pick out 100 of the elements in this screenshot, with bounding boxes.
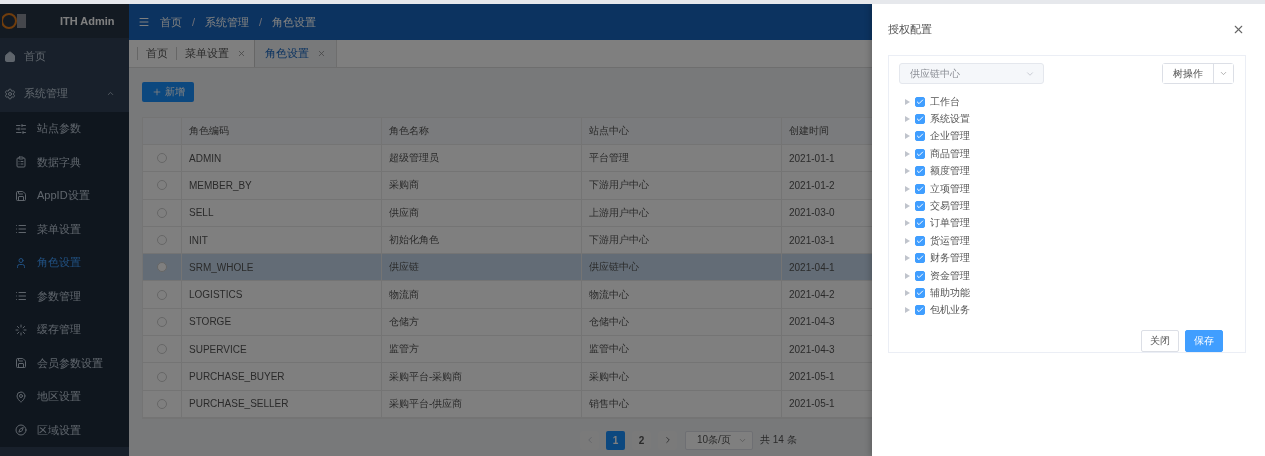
table-cell: 初始化角色 [381,226,581,254]
expand-icon[interactable] [905,307,910,314]
table-cell: 监管中心 [581,336,781,363]
close-icon[interactable] [237,49,246,58]
table-cell: INIT [181,226,381,254]
tree-node[interactable]: 额度管理 [899,162,1234,180]
expand-icon[interactable] [905,220,910,227]
column-header: 角色名称 [381,118,581,144]
expand-icon[interactable] [905,168,910,175]
table-cell: 物流中心 [581,281,781,308]
tree-node[interactable]: 货运管理 [899,232,1234,250]
chevron-up-icon [106,89,115,98]
table-cell: SUPERVICE [181,336,381,363]
save-button[interactable]: 保存 [1185,330,1223,353]
submenu-item[interactable]: 角色设置 [0,246,129,280]
submenu-item[interactable]: 区域设置 [0,413,129,447]
submenu-item[interactable]: 菜单设置 [0,212,129,246]
page-button[interactable]: 1 [606,430,625,450]
table-cell: 销售中心 [581,390,781,417]
table-cell: 平台管理 [581,145,781,172]
tree-node[interactable]: 订单管理 [899,214,1234,233]
tree-node[interactable]: 企业管理 [899,127,1234,146]
table-row[interactable]: PURCHASE_BUYER 采购平台-采购商 采购中心 2021-05-1 [143,363,872,391]
tree-node[interactable]: 商品管理 [899,145,1234,163]
checkbox[interactable] [915,148,925,159]
expand-icon[interactable] [905,116,910,123]
checkbox[interactable] [915,218,925,229]
tree-node[interactable]: 辅助功能 [899,284,1234,302]
page-size-select[interactable]: 10条/页 [685,430,753,450]
compass-icon [15,424,27,437]
submenu-item[interactable]: AppID设置 [0,179,129,213]
checkbox[interactable] [915,253,925,264]
checkbox[interactable] [915,288,925,298]
checkbox[interactable] [915,183,925,194]
sliders-icon [15,122,27,135]
expand-icon[interactable] [905,272,910,279]
submenu-item[interactable]: 会员参数设置 [0,346,129,380]
table-cell: 下游用户中心 [581,226,781,254]
table-row[interactable]: SUPERVICE 监管方 监管中心 2021-04-3 [143,336,872,364]
tree-actions-dropdown[interactable]: 树操作 [1162,63,1234,84]
table-cell: STORGE [181,308,381,336]
table-row[interactable]: LOGISTICS 物流商 物流中心 2021-04-2 [143,281,872,309]
column-header: 角色编码 [181,118,381,144]
submenu-item[interactable]: 参数管理 [0,279,129,313]
tree-node[interactable]: 资金管理 [899,266,1234,285]
page-tab[interactable]: 角色设置 [254,40,337,67]
table-cell: SELL [181,199,381,226]
breadcrumb-item[interactable]: 角色设置 [272,14,317,30]
breadcrumb-item[interactable]: 系统管理 [205,14,250,30]
floppy-icon [15,189,27,202]
table-cell: 供应链中心 [581,254,781,281]
add-button[interactable]: 新增 [142,82,194,102]
pin-icon [15,390,27,403]
page-tab[interactable]: 首页 [137,47,176,60]
expand-icon[interactable] [905,150,910,157]
checkbox[interactable] [915,235,925,246]
menu-icon[interactable] [138,16,150,28]
expand-icon[interactable] [905,255,910,262]
submenu-item[interactable]: 缓存管理 [0,313,129,347]
list-icon [15,223,27,236]
expand-icon[interactable] [905,133,910,140]
tree-node[interactable]: 财务管理 [899,249,1234,267]
close-button[interactable]: 关闭 [1141,330,1179,353]
table-cell: 下游用户中心 [581,172,781,199]
tree-node[interactable]: 包机业务 [899,301,1234,320]
table-cell: 采购商 [381,172,581,199]
tree-node[interactable]: 交易管理 [899,197,1234,215]
checkbox[interactable] [915,96,925,107]
menu-item[interactable]: 首页 [0,38,129,75]
breadcrumb-item[interactable]: 首页 [160,14,182,30]
checkbox[interactable] [915,201,925,212]
expand-icon[interactable] [905,290,910,296]
home-icon [4,50,16,63]
tree-node[interactable]: 立项管理 [899,179,1234,198]
logo-icon [2,10,28,32]
submenu-item[interactable]: 站点参数 [0,112,129,146]
checkbox[interactable] [915,305,925,316]
tree-node[interactable]: 系统设置 [899,110,1234,128]
table-row[interactable]: ADMIN 超级管理员 平台管理 2021-01-1 [143,145,872,173]
tree-node[interactable]: 工作台 [899,93,1234,111]
table-row[interactable]: SRM_WHOLE 供应链 供应链中心 2021-04-1 [143,254,872,282]
submenu-item[interactable]: 数据字典 [0,145,129,179]
table-cell: PURCHASE_BUYER [181,363,381,390]
submenu-item[interactable]: 地区设置 [0,380,129,414]
table-row[interactable]: INIT 初始化角色 下游用户中心 2021-03-1 [143,226,872,255]
clipboard-icon [15,156,27,169]
checkbox[interactable] [915,166,925,177]
table-row[interactable]: STORGE 仓储方 仓储中心 2021-04-3 [143,308,872,337]
checkbox[interactable] [915,114,925,125]
table-cell: 采购平台-采购商 [381,363,581,390]
expand-icon[interactable] [905,185,910,192]
expand-icon[interactable] [905,237,910,244]
table-row[interactable]: MEMBER_BY 采购商 下游用户中心 2021-01-2 [143,172,872,200]
row-radio[interactable] [157,262,167,273]
close-icon[interactable] [317,49,326,58]
checkbox[interactable] [915,131,925,142]
expand-icon[interactable] [905,203,910,210]
checkbox[interactable] [915,270,925,281]
table-row[interactable]: PURCHASE_SELLER 采购平台-供应商 销售中心 2021-05-1 [143,390,872,418]
expand-icon[interactable] [905,98,910,105]
